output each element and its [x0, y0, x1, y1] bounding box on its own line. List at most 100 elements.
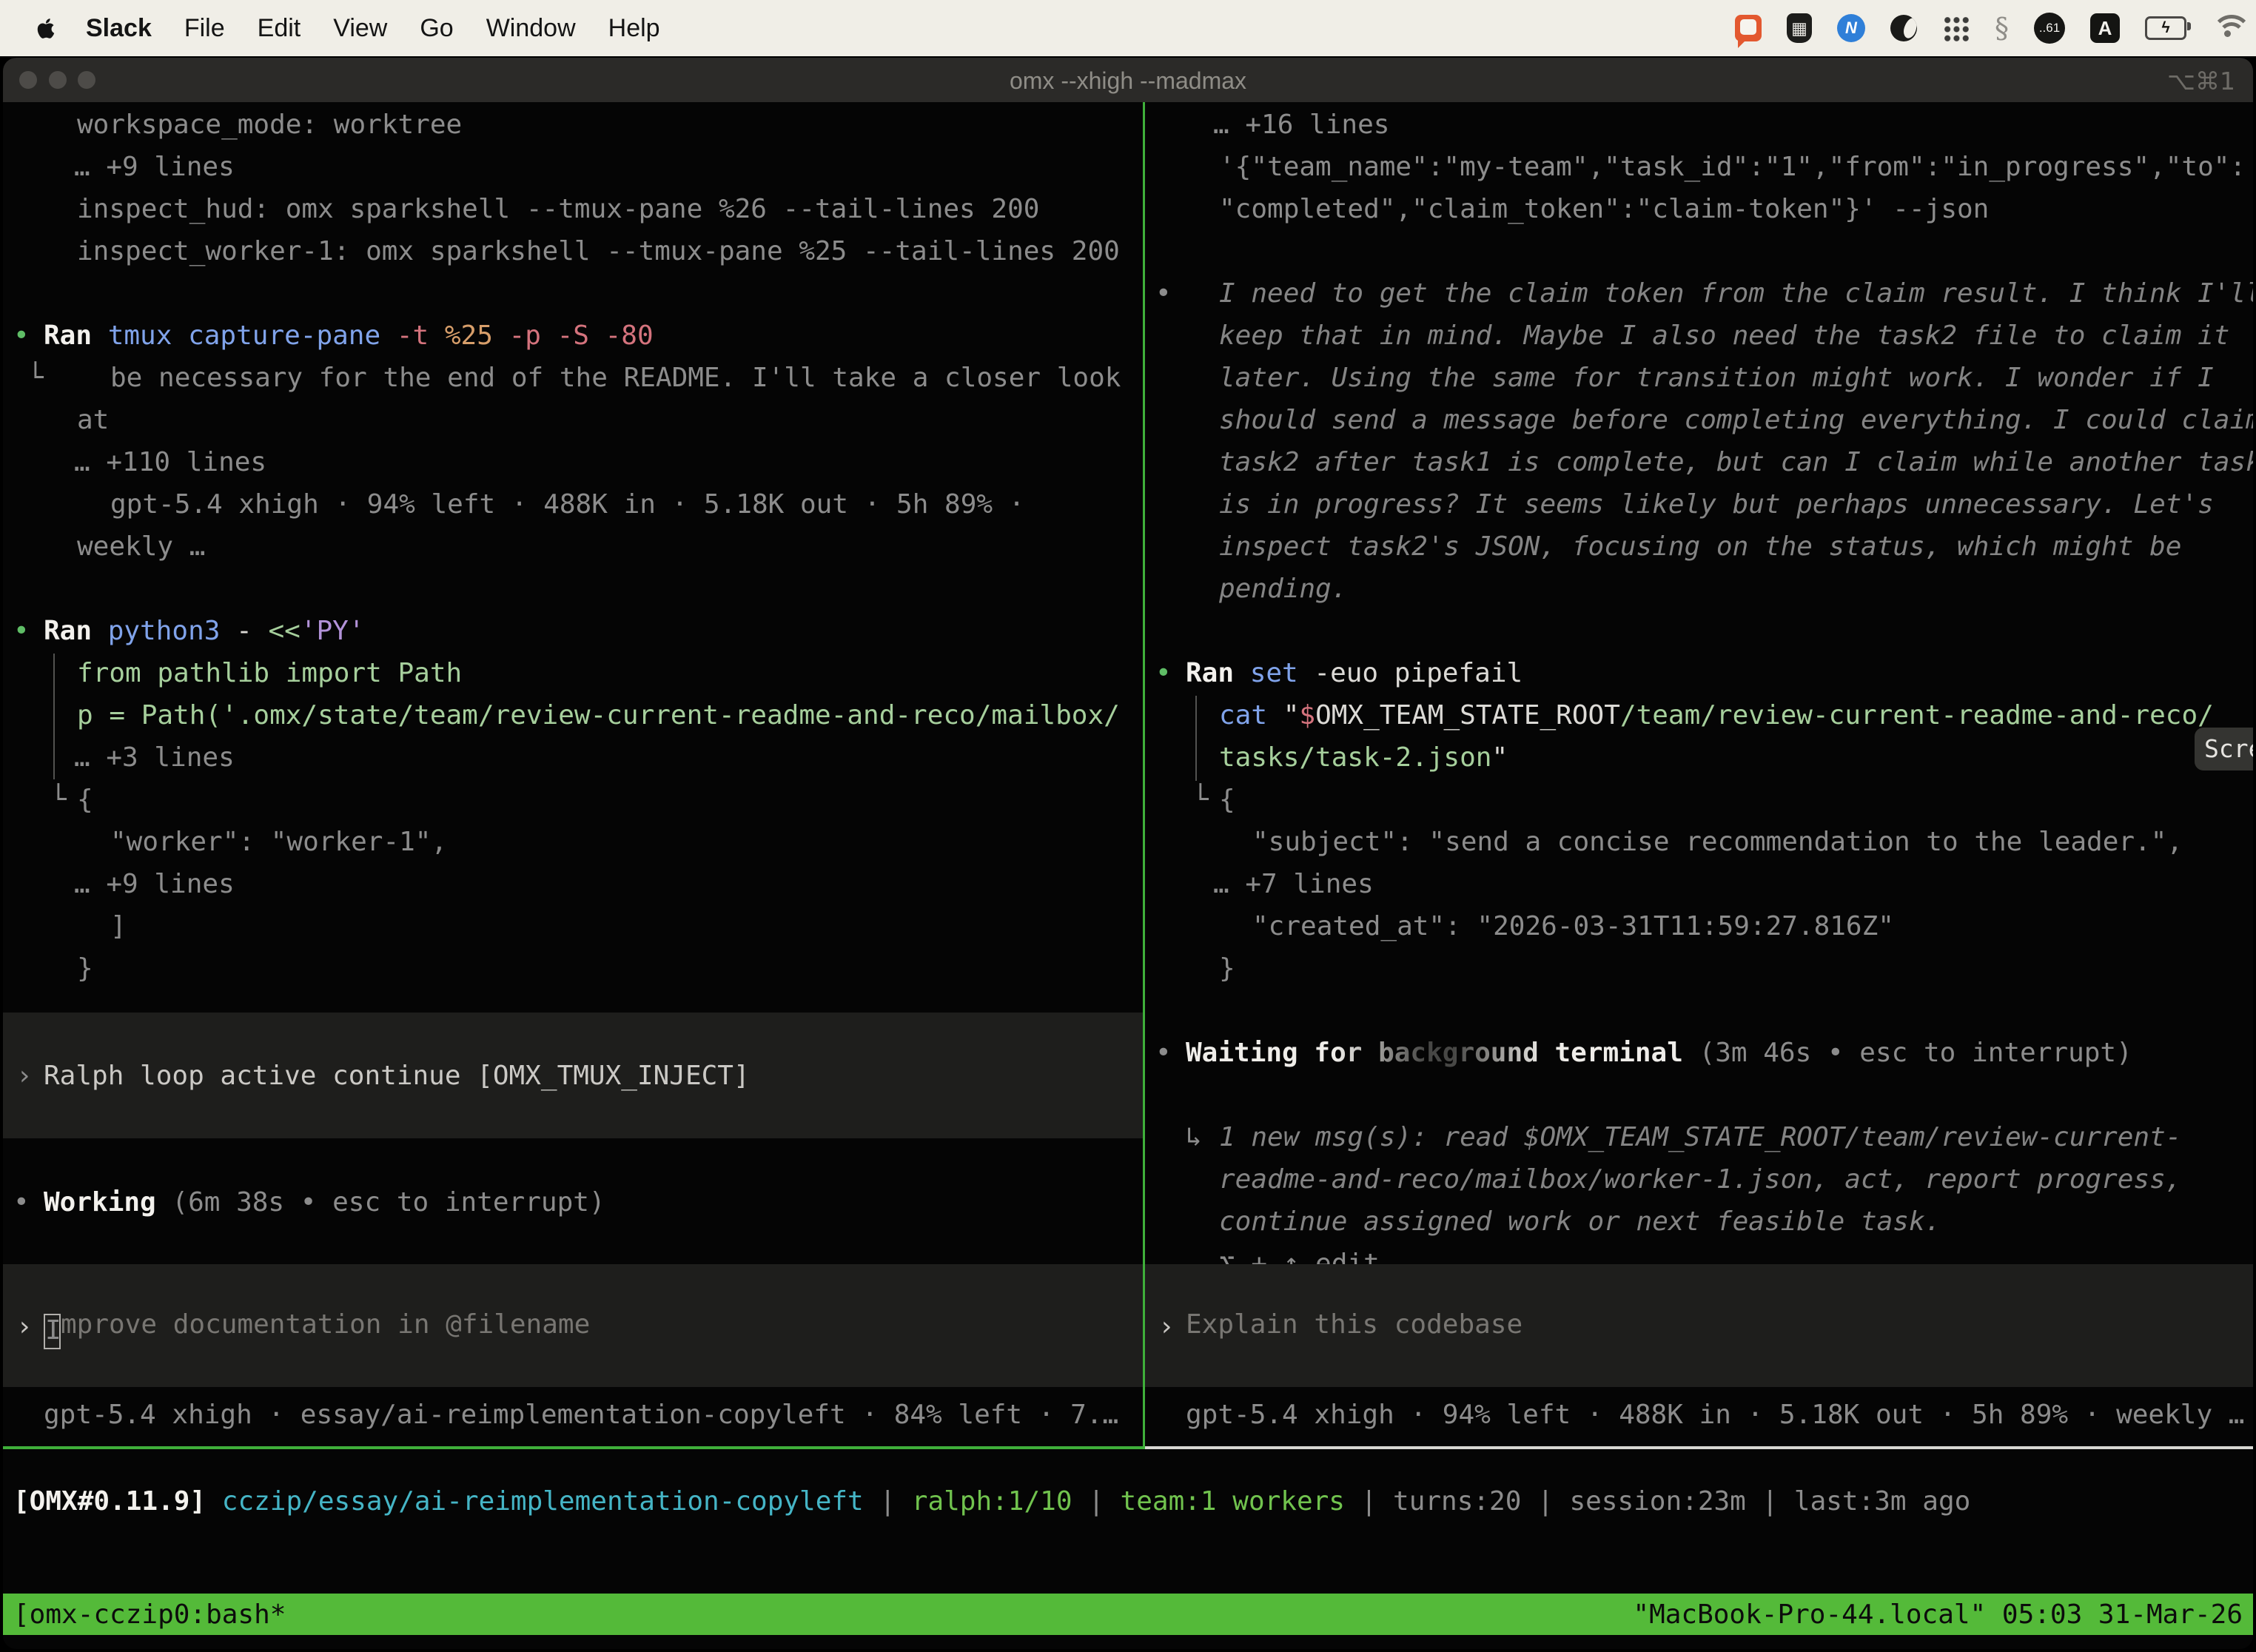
- terminal-line: tasks/task-2.json": [1145, 736, 2253, 779]
- text-segment: |: [1521, 1486, 1569, 1517]
- grid-shield-icon[interactable]: ▦: [1787, 13, 1812, 43]
- text-segment: -t: [397, 320, 445, 351]
- text-segment: pending.: [1219, 574, 1347, 604]
- text-segment: {: [77, 785, 93, 815]
- wifi-icon[interactable]: [2212, 15, 2244, 41]
- terminal-line: •Ran tmux capture-pane -t %25 -p -S -80: [3, 315, 1143, 357]
- menu-item-view[interactable]: View: [333, 14, 387, 43]
- menu-item-file[interactable]: File: [184, 14, 225, 43]
- tmux-status-bar: [omx-cczip0:bash* "MacBook-Pro-44.local"…: [3, 1594, 2253, 1635]
- prompt-input-right[interactable]: › Explain this codebase: [1145, 1264, 2253, 1387]
- compass-app-icon[interactable]: N: [1837, 14, 1865, 42]
- pane-bottom-border-inactive: [1145, 1446, 2253, 1449]
- menu-item-edit[interactable]: Edit: [258, 14, 301, 43]
- prompt-chevron: ›: [16, 1309, 33, 1351]
- text-segment: OMX_TEAM_STATE_ROOT: [1315, 700, 1620, 731]
- menu-item-window[interactable]: Window: [486, 14, 576, 43]
- terminal-line: └{: [3, 779, 1143, 821]
- working-status: •Working (6m 38s • esc to interrupt): [3, 1181, 1143, 1223]
- text-segment: ralph:1/10: [912, 1486, 1072, 1517]
- a-label: A: [2098, 17, 2112, 40]
- grid-glyph: ▦: [1791, 19, 1807, 38]
- prompt-chevron: ›: [1158, 1309, 1175, 1351]
- text-segment: "completed","claim_token":"claim-token"}…: [1219, 194, 1989, 224]
- text-segment: inspect_worker-1: omx sparkshell --tmux-…: [77, 236, 1120, 266]
- text-segment: p = Path('.omx/state/team/review-current…: [77, 700, 1120, 731]
- terminal-line: … +9 lines: [3, 863, 1143, 905]
- text-segment: set: [1250, 658, 1315, 688]
- terminal-line: [1145, 1074, 2253, 1116]
- badge-61-icon[interactable]: ..61: [2034, 13, 2065, 44]
- window-title: omx --xhigh --madmax: [3, 67, 2253, 95]
- text-segment: •: [1155, 1032, 1172, 1074]
- text-segment: }: [77, 953, 93, 984]
- terminal-line: should send a message before completing …: [1145, 399, 2253, 441]
- text-segment: keep that in mind. Maybe I also need the…: [1219, 320, 2229, 351]
- terminal-line: gpt-5.4 xhigh · essay/ai-reimplementatio…: [3, 1394, 1143, 1436]
- terminal-line: ]: [3, 905, 1143, 947]
- a-app-icon[interactable]: A: [2090, 13, 2120, 43]
- terminal-line: '{"team_name":"my-team","task_id":"1","f…: [1145, 146, 2253, 188]
- terminal-line: "subject": "send a concise recommendatio…: [1145, 821, 2253, 863]
- chat-app-icon[interactable]: [1735, 15, 1762, 41]
- text-segment: '{"team_name":"my-team","task_id":"1","f…: [1219, 152, 2246, 182]
- text-segment: [OMX#0.11.9]: [13, 1486, 206, 1517]
- block-connector-line: [1195, 696, 1197, 781]
- text-segment: tmux capture-pane: [108, 320, 397, 351]
- text-segment: }: [1219, 953, 1235, 984]
- text-segment: "created_at": "2026-03-31T11:59:27.816Z": [1252, 911, 1894, 941]
- ralph-loop-banner: › Ralph loop active continue [OMX_TMUX_IN…: [3, 1013, 1143, 1138]
- title-bar[interactable]: omx --xhigh --madmax ⌥⌘1: [3, 58, 2253, 102]
- text-segment: "worker": "worker-1",: [110, 827, 447, 857]
- input-placeholder: Explain this codebase: [1186, 1309, 1523, 1340]
- text-segment: gpt-5.4 xhigh · 94% left · 488K in · 5.1…: [1186, 1400, 2244, 1430]
- dots-grid-icon[interactable]: [1942, 15, 1970, 42]
- terminal-line: readme-and-reco/mailbox/worker-1.json, a…: [1145, 1158, 2253, 1201]
- text-segment: python3: [108, 616, 236, 646]
- terminal-line: … +3 lines: [3, 736, 1143, 779]
- text-segment: inspect_hud: omx sparkshell --tmux-pane …: [77, 194, 1039, 224]
- text-segment: •: [13, 610, 30, 652]
- text-segment: -: [236, 616, 268, 646]
- terminal-line: cat "$OMX_TEAM_STATE_ROOT/team/review-cu…: [1145, 694, 2253, 736]
- text-segment: Ralph loop active continue [OMX_TMUX_INJ…: [44, 1061, 750, 1091]
- terminal-line: └{: [1145, 779, 2253, 821]
- text-segment: turns:20: [1393, 1486, 1521, 1517]
- moon-app-icon[interactable]: [1890, 15, 1917, 41]
- text-segment: readme-and-reco/mailbox/worker-1.json, a…: [1219, 1164, 2181, 1195]
- terminal-line: [1145, 990, 2253, 1032]
- text-segment: -euo pipefail: [1314, 658, 1523, 688]
- terminal-line: └be necessary for the end of the README.…: [3, 357, 1143, 399]
- text-segment: gpt-5.4 xhigh · 94% left · 488K in · 5.1…: [110, 489, 1024, 520]
- menu-item-slack[interactable]: Slack: [86, 14, 152, 43]
- text-segment: $: [1299, 700, 1315, 731]
- block-connector-line: [53, 654, 55, 779]
- tmux-session-label[interactable]: [omx-cczip0:bash*: [13, 1599, 286, 1630]
- window-shortcut: ⌥⌘1: [2167, 67, 2235, 95]
- terminal-line: weekly …: [3, 526, 1143, 568]
- text-segment: /team/review-current-readme-and-reco/: [1620, 700, 2214, 731]
- text-segment: (6m 38s • esc to interrupt): [172, 1187, 605, 1218]
- app-menus: Slack File Edit View Go Window Help: [86, 14, 660, 43]
- text-segment: Waiting for background terminal: [1186, 1038, 1683, 1068]
- prompt-input-left[interactable]: › Improve documentation in @filename: [3, 1264, 1143, 1387]
- terminal-window: omx --xhigh --madmax ⌥⌘1 workspace_mode:…: [3, 58, 2253, 1649]
- menu-item-help[interactable]: Help: [608, 14, 660, 43]
- terminal-line: "worker": "worker-1",: [3, 821, 1143, 863]
- pane-left: workspace_mode: worktree… +9 linesinspec…: [3, 102, 1143, 1446]
- terminal-line: keep that in mind. Maybe I also need the…: [1145, 315, 2253, 357]
- terminal-line: gpt-5.4 xhigh · 94% left · 488K in · 5.1…: [3, 483, 1143, 526]
- terminal-line: }: [1145, 947, 2253, 990]
- text-segment: |: [1345, 1486, 1393, 1517]
- text-segment: be necessary for the end of the README. …: [110, 363, 1121, 393]
- text-segment: ›: [16, 1055, 33, 1097]
- text-segment: Ran: [44, 616, 108, 646]
- menu-item-go[interactable]: Go: [420, 14, 453, 43]
- battery-icon[interactable]: ϟ: [2145, 16, 2186, 40]
- apple-menu-icon[interactable]: [36, 16, 56, 41]
- text-segment: 'PY': [301, 616, 365, 646]
- scurve-app-icon[interactable]: §: [1995, 12, 2009, 44]
- text-segment: team:1 workers: [1121, 1486, 1345, 1517]
- terminal-line: inspect task2's JSON, focusing on the st…: [1145, 526, 2253, 568]
- text-segment: (3m 46s • esc to interrupt): [1683, 1038, 2132, 1068]
